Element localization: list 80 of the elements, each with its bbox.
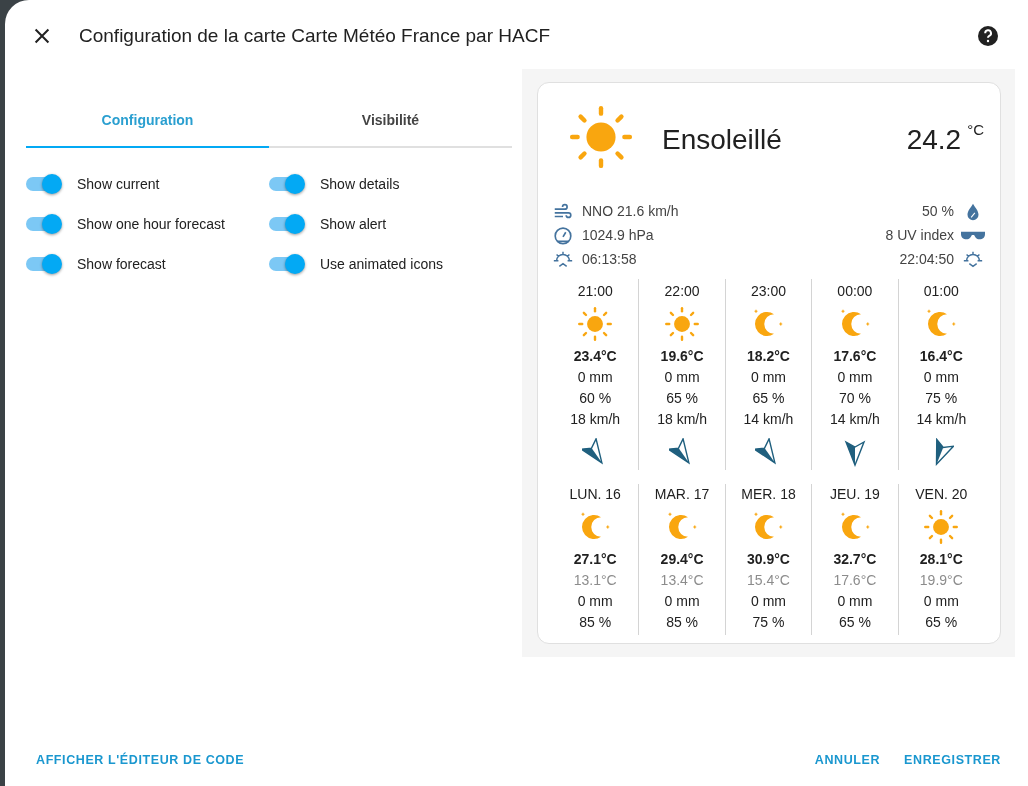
forecast-wind: 14 km/h xyxy=(916,410,967,429)
forecast-time: 01:00 xyxy=(923,282,959,301)
dialog-title: Configuration de la carte Carte Météo France par HACF xyxy=(79,23,551,48)
forecast-humidity: 75 % xyxy=(925,389,958,408)
forecast-high-temperature: 28.1°C xyxy=(919,550,963,569)
forecast-high-temperature: 32.7°C xyxy=(833,550,877,569)
forecast-temperature: 18.2°C xyxy=(747,347,790,366)
forecast-low-temperature: 19.9°C xyxy=(919,571,963,590)
forecast-humidity: 65 % xyxy=(925,613,958,632)
forecast-temperature: 17.6°C xyxy=(833,347,877,366)
forecast-time: 21:00 xyxy=(577,282,613,301)
detail-text: NNO 21.6 km/h xyxy=(582,202,679,221)
forecast-low-temperature: 13.4°C xyxy=(660,571,704,590)
forecast-wind: 18 km/h xyxy=(657,410,707,429)
forecast-precipitation: 0 mm xyxy=(751,592,786,611)
forecast-humidity: 75 % xyxy=(752,613,785,632)
detail-text: 50 % xyxy=(922,202,954,221)
save-button[interactable]: ENREGISTRER xyxy=(894,743,1011,778)
toggle-label: Use animated icons xyxy=(320,254,443,274)
forecast-humidity: 85 % xyxy=(579,613,612,632)
forecast-precipitation: 0 mm xyxy=(751,368,786,387)
forecast-time: 22:00 xyxy=(664,282,700,301)
wind-icon xyxy=(552,201,574,221)
sun-icon xyxy=(568,104,634,170)
forecast-temperature: 16.4°C xyxy=(919,347,963,366)
forecast-day: JEU. 19 xyxy=(830,484,880,505)
forecast-humidity: 65 % xyxy=(838,613,871,632)
forecast-temperature: 23.4°C xyxy=(573,347,617,366)
detail-text: 1024.9 hPa xyxy=(582,226,654,245)
forecast-humidity: 85 % xyxy=(666,613,699,632)
forecast-precipitation: 0 mm xyxy=(923,592,959,611)
sunrise-icon xyxy=(552,249,574,269)
code-editor-button[interactable]: AFFICHER L'ÉDITEUR DE CODE xyxy=(26,743,255,778)
forecast-humidity: 65 % xyxy=(752,389,785,408)
forecast-high-temperature: 27.1°C xyxy=(573,550,617,569)
toggle-label: Show current xyxy=(77,174,160,194)
toggle-label: Show forecast xyxy=(77,254,166,274)
forecast-wind: 18 km/h xyxy=(570,410,621,429)
forecast-low-temperature: 17.6°C xyxy=(833,571,877,590)
forecast-humidity: 70 % xyxy=(838,389,871,408)
tab[interactable]: Visibilité xyxy=(269,96,512,148)
sun-icon xyxy=(577,306,614,342)
detail-text: 8 UV index xyxy=(885,226,954,245)
sun-icon xyxy=(923,509,960,545)
forecast-day: MAR. 17 xyxy=(654,484,710,505)
forecast-precipitation: 0 mm xyxy=(837,592,873,611)
sun-icon xyxy=(664,306,701,342)
forecast-time: 23:00 xyxy=(750,282,786,301)
toggle-label: Show details xyxy=(320,174,400,194)
forecast-precipitation: 0 mm xyxy=(664,592,700,611)
forecast-precipitation: 0 mm xyxy=(577,592,613,611)
forecast-day: LUN. 16 xyxy=(569,484,621,505)
forecast-precipitation: 0 mm xyxy=(837,368,873,387)
forecast-precipitation: 0 mm xyxy=(923,368,959,387)
toggle-label: Show alert xyxy=(320,214,387,234)
forecast-high-temperature: 29.4°C xyxy=(660,550,704,569)
forecast-day: VEN. 20 xyxy=(915,484,968,505)
toggle-label: Show one hour forecast xyxy=(77,214,225,234)
forecast-time: 00:00 xyxy=(837,282,873,301)
forecast-low-temperature: 13.1°C xyxy=(573,571,617,590)
detail-text: 06:13:58 xyxy=(582,250,637,269)
temperature-unit: °C xyxy=(967,121,984,138)
temperature-value: 24.2 xyxy=(906,124,962,155)
sunglasses-icon xyxy=(962,230,984,240)
forecast-wind: 14 km/h xyxy=(830,410,880,429)
sunset-icon xyxy=(962,249,984,269)
forecast-day: MER. 18 xyxy=(741,484,796,505)
forecast-precipitation: 0 mm xyxy=(577,368,613,387)
forecast-temperature: 19.6°C xyxy=(660,347,704,366)
forecast-high-temperature: 30.9°C xyxy=(747,550,790,569)
forecast-humidity: 60 % xyxy=(579,389,612,408)
forecast-low-temperature: 15.4°C xyxy=(747,571,790,590)
forecast-wind: 14 km/h xyxy=(743,410,794,429)
gauge-icon xyxy=(552,225,574,245)
tab[interactable]: Configuration xyxy=(26,96,269,148)
cancel-button[interactable]: ANNULER xyxy=(804,743,891,778)
forecast-precipitation: 0 mm xyxy=(664,368,700,387)
condition-label: Ensoleillé xyxy=(662,123,783,157)
detail-text: 22:04:50 xyxy=(899,250,954,269)
forecast-humidity: 65 % xyxy=(666,389,699,408)
